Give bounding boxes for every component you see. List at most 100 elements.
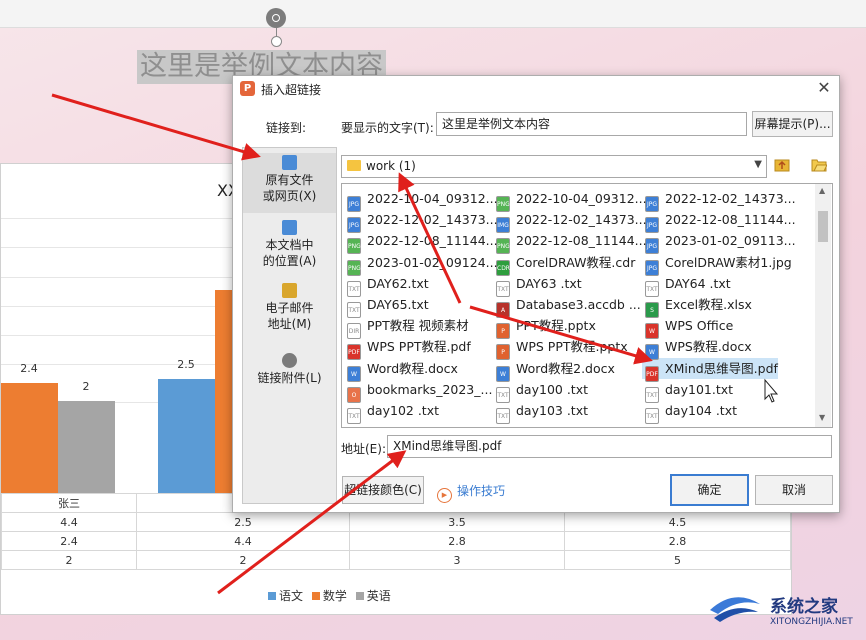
file-item[interactable]: JPG 2022-12-02_14373...: [344, 209, 498, 234]
folder-name: work (1): [366, 159, 416, 173]
folder-dropdown[interactable]: work (1) ▼: [341, 155, 767, 178]
file-item[interactable]: TXT day100 .txt: [493, 379, 588, 403]
legend-swatch: [311, 592, 320, 600]
file-type-icon: TXT: [645, 280, 659, 297]
email-icon: [282, 283, 297, 298]
nav-label: 链接附件(L): [257, 371, 322, 385]
data-label: 2.4: [20, 362, 38, 375]
gridline: [1, 218, 233, 219]
file-name: PPT教程.pptx: [516, 318, 596, 334]
file-item[interactable]: Obookmarks_2023_...: [344, 379, 492, 403]
table-cell: 4.5: [564, 512, 791, 532]
gridline: [1, 306, 233, 307]
bar-zhangsan-english[interactable]: [58, 401, 115, 493]
nav-existing-file[interactable]: 原有文件 或网页(X): [243, 153, 336, 213]
file-name: 2022-12-08_11144...: [367, 233, 498, 249]
file-item[interactable]: PNG 2022-10-04_09312...: [493, 188, 647, 212]
file-item[interactable]: W Word教程2.docx: [493, 358, 615, 382]
dialog-title: 插入超链接: [261, 83, 322, 97]
file-item[interactable]: TXT day102 .txt: [344, 400, 439, 424]
file-name: DAY64 .txt: [665, 275, 731, 291]
file-item[interactable]: W WPS Office: [642, 315, 734, 340]
nav-link-attachment[interactable]: 链接附件(L): [243, 353, 336, 393]
file-name: Excel教程.xlsx: [665, 297, 752, 312]
file-item[interactable]: JPG 2022-12-08_11144...: [642, 209, 796, 234]
bar-lisi-math[interactable]: [215, 290, 233, 493]
rotate-handle-icon[interactable]: [266, 8, 286, 28]
close-button[interactable]: ✕: [815, 79, 833, 97]
scroll-up-icon[interactable]: ▲: [819, 186, 825, 195]
file-item[interactable]: JPG CorelDRAW素材1.jpg: [642, 252, 792, 276]
ok-button[interactable]: 确定: [670, 474, 749, 506]
file-type-icon: DIR: [347, 323, 361, 340]
file-type-icon: O: [347, 386, 361, 403]
scroll-down-icon[interactable]: ▼: [819, 413, 825, 422]
file-list[interactable]: TXT day104 .txt TXT day103 .txt TXT day102 .t…: [341, 183, 833, 428]
scrollbar-thumb[interactable]: [818, 211, 828, 242]
file-type-icon: W: [645, 344, 659, 361]
file-type-icon: IMG: [496, 217, 510, 234]
file-item[interactable]: PNG 2022-12-08_11144...: [493, 230, 647, 255]
display-text-input[interactable]: 这里是举例文本内容: [436, 112, 747, 136]
file-item[interactable]: W Word教程.docx: [344, 358, 458, 382]
bar-zhangsan-math[interactable]: [1, 383, 58, 493]
file-item[interactable]: JPG 2022-12-02_14373...: [642, 188, 796, 212]
file-name: day103 .txt: [516, 403, 588, 418]
file-item[interactable]: DIR PPT教程 视频素材: [344, 315, 469, 340]
file-item[interactable]: P WPS PPT教程.pptx: [493, 336, 628, 361]
cancel-button[interactable]: 取消: [755, 475, 833, 505]
file-item[interactable]: IMG 2022-12-02_14373...: [493, 209, 647, 234]
file-type-icon: JPG: [645, 196, 659, 212]
file-name: 2022-10-04_09312...: [367, 191, 498, 206]
file-type-icon: TXT: [347, 280, 361, 297]
file-name: day102 .txt: [367, 403, 439, 418]
file-name: WPS PPT教程.pdf: [367, 339, 471, 355]
file-name: day101.txt: [665, 381, 734, 397]
screen-tip-button[interactable]: 屏幕提示(P)...: [752, 111, 833, 137]
file-item[interactable]: S Excel教程.xlsx: [642, 294, 752, 318]
file-name: 2022-12-02_14373...: [665, 191, 796, 206]
file-item[interactable]: CDR CorelDRAW教程.cdr: [493, 252, 635, 276]
file-name: WPS Office: [665, 318, 734, 334]
vertical-scrollbar[interactable]: ▲ ▼: [815, 184, 831, 427]
watermark: 系统之家 XITONGZHIJIA.NET: [704, 586, 864, 636]
resize-handle[interactable]: [271, 36, 282, 47]
file-item[interactable]: JPG 2022-10-04_09312...: [344, 188, 498, 212]
bar-lisi-chinese[interactable]: [158, 379, 215, 493]
file-name: Database3.accdb ...: [516, 297, 641, 312]
folder-up-icon[interactable]: [774, 157, 790, 172]
file-name: 2022-12-08_11144...: [665, 212, 796, 228]
table-cell: 2.8: [564, 531, 791, 551]
file-item[interactable]: PDF XMind思维导图.pdf: [642, 357, 778, 382]
file-item[interactable]: P PPT教程.pptx: [493, 315, 596, 340]
tips-link[interactable]: ▶ 操作技巧: [437, 482, 505, 503]
table-cell: 2.4: [1, 531, 137, 551]
hyperlink-color-button[interactable]: 超链接颜色(C): [342, 476, 424, 504]
file-item[interactable]: JPG 2023-01-02_09113...: [642, 230, 796, 255]
table-row: 2 2 3 5: [1, 550, 791, 570]
file-name: day100 .txt: [516, 381, 588, 397]
file-item[interactable]: PNG 2022-12-08_11144...: [344, 230, 498, 255]
nav-email-address[interactable]: 电子邮件 地址(M): [243, 283, 336, 335]
file-name: DAY62.txt: [367, 275, 429, 291]
file-item[interactable]: PNG 2023-01-02_09124...: [344, 252, 498, 276]
file-item[interactable]: PDF WPS PPT教程.pdf: [344, 336, 471, 361]
nav-label: 的位置(A): [262, 254, 317, 268]
file-name: PPT教程 视频素材: [367, 318, 469, 334]
legend-swatch: [355, 592, 364, 600]
table-cell: 2.8: [349, 531, 565, 551]
dialog-titlebar[interactable]: P 插入超链接 ✕: [233, 76, 839, 100]
watermark-title: 系统之家: [770, 597, 838, 617]
tips-link-label: 操作技巧: [457, 484, 506, 498]
table-cell: 2: [1, 550, 137, 570]
nav-this-document[interactable]: 本文档中 的位置(A): [243, 220, 336, 272]
table-cell: 3.5: [349, 512, 565, 532]
nav-label: 原有文件: [265, 173, 314, 187]
play-icon: ▶: [437, 488, 452, 503]
browse-folder-icon[interactable]: [811, 157, 827, 172]
address-label: 地址(E):: [341, 442, 386, 456]
file-item[interactable]: W WPS教程.docx: [642, 336, 752, 361]
address-input[interactable]: XMind思维导图.pdf: [387, 435, 832, 458]
file-item[interactable]: A Database3.accdb ...: [493, 294, 641, 318]
file-type-icon: TXT: [645, 408, 659, 424]
